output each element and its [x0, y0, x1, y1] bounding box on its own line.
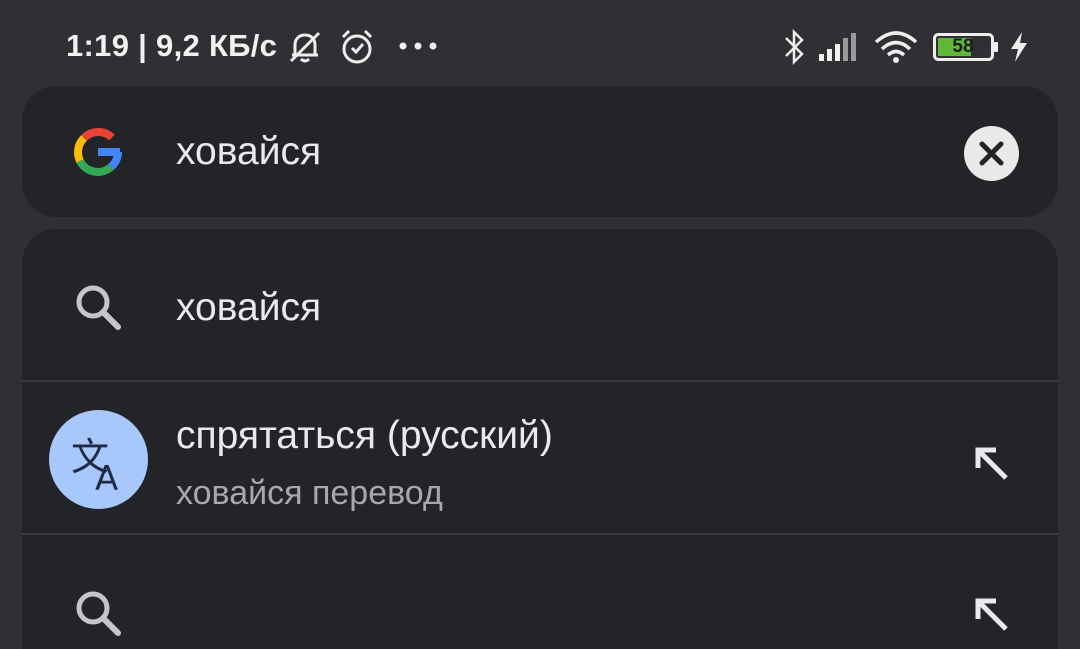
suggestion-item[interactable]	[22, 535, 1058, 649]
search-icon	[76, 285, 121, 330]
mute-bell-icon	[289, 31, 321, 63]
charging-bolt-icon	[1011, 32, 1027, 62]
svg-text:A: A	[95, 459, 118, 499]
translate-icon: 文 A	[49, 410, 148, 509]
suggestion-text: ховайся	[176, 286, 322, 329]
fill-arrow-icon[interactable]	[970, 593, 1014, 637]
battery-icon: 58	[933, 33, 1001, 61]
status-bar: 1:19 | 9,2 КБ/с 58	[0, 0, 1080, 92]
google-logo-icon	[74, 128, 122, 176]
status-time-speed: 1:19 | 9,2 КБ/с	[66, 28, 278, 63]
search-input[interactable]: ховайся	[176, 130, 321, 174]
fill-arrow-icon[interactable]	[970, 442, 1014, 486]
translation-subtext: ховайся перевод	[176, 474, 443, 512]
search-icon	[76, 591, 121, 636]
wifi-icon	[874, 31, 918, 63]
alarm-icon	[341, 29, 373, 64]
translation-suggestion-item[interactable]: 文 A спрятаться (русский) ховайся перевод	[22, 382, 1058, 535]
search-bar[interactable]: ховайся	[22, 86, 1058, 217]
bluetooth-icon	[785, 28, 804, 66]
battery-level-text: 58	[952, 36, 974, 57]
suggestion-item[interactable]: ховайся	[22, 229, 1058, 382]
more-dots-icon	[399, 42, 437, 50]
clear-button[interactable]	[964, 126, 1019, 181]
suggestions-panel: ховайся 文 A спрятаться (русский) ховайся…	[22, 229, 1058, 649]
translation-text: спрятаться (русский)	[176, 414, 553, 457]
signal-icon	[819, 33, 856, 61]
clear-icon	[979, 141, 1004, 166]
